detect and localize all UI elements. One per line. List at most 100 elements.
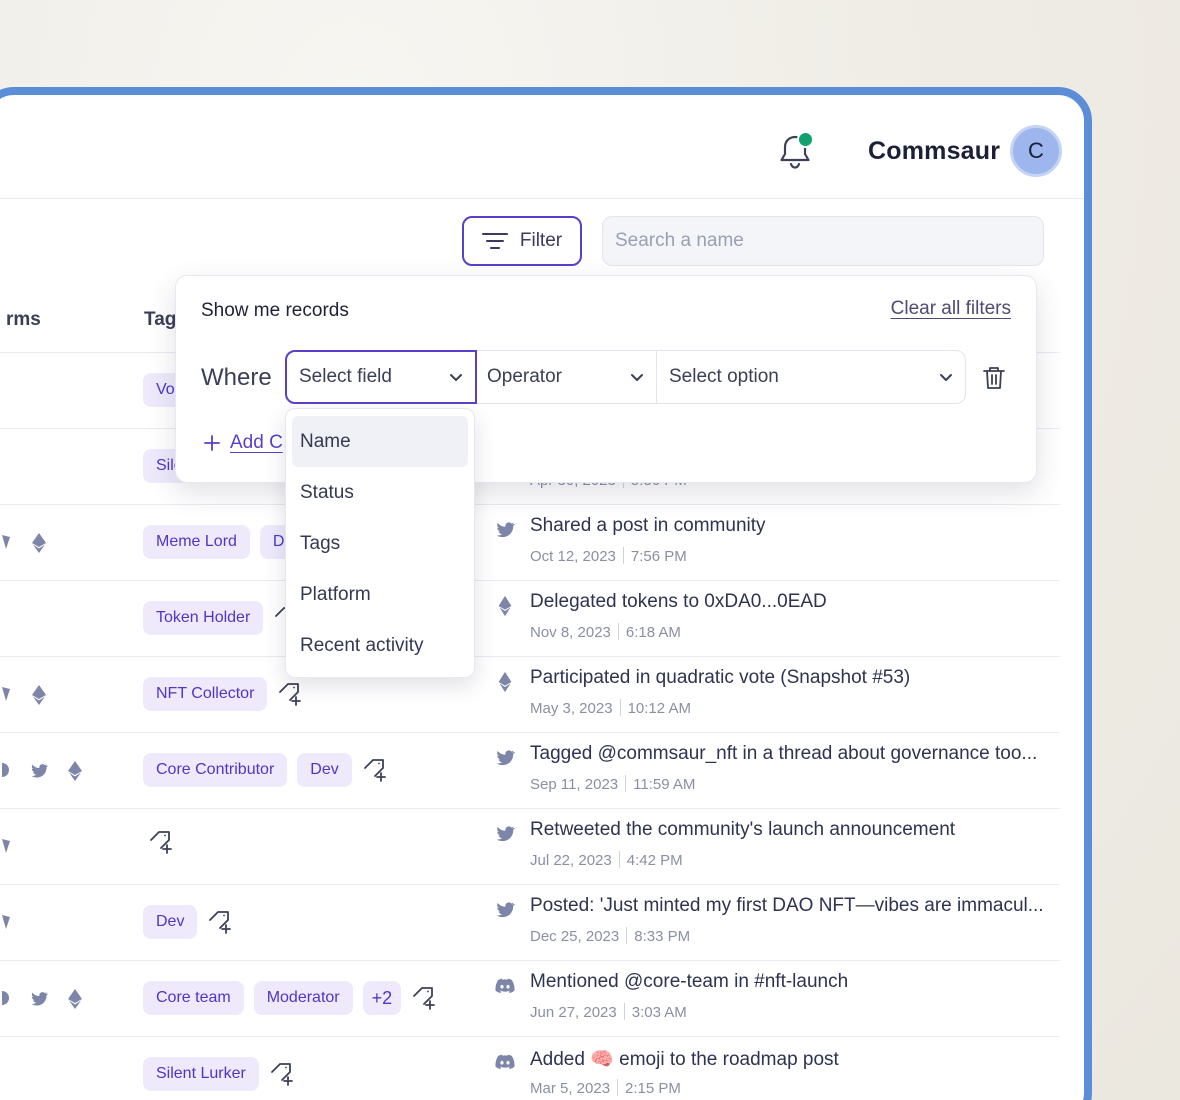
table-row[interactable]: NFT Collector Participated in quadratic …: [0, 657, 1060, 733]
search-input[interactable]: [602, 216, 1044, 266]
activity-date: Nov 8, 2023: [530, 624, 611, 641]
activity-date: Jul 22, 2023: [530, 852, 612, 869]
table-row[interactable]: Meme Lord Designer Shared a post in comm…: [0, 505, 1060, 581]
top-bar: Commsaur C: [0, 95, 1084, 199]
filter-button-label: Filter: [519, 230, 563, 251]
discord-icon: [495, 978, 515, 994]
activity-meta: Jun 27, 2023 3:03 AM: [530, 1003, 687, 1021]
tag-chip[interactable]: Silent Lurker: [143, 1057, 259, 1091]
activity-text: Retweeted the community's launch announc…: [530, 819, 956, 840]
menu-item-tags[interactable]: Tags: [292, 518, 468, 569]
operator-select-value: Operator: [487, 366, 562, 387]
clear-filters-link[interactable]: Clear all filters: [891, 298, 1011, 320]
tag-chip[interactable]: Meme Lord: [143, 525, 250, 559]
activity-time: 10:12 AM: [627, 700, 691, 717]
activity-time: 7:56 PM: [630, 548, 687, 565]
menu-item-name[interactable]: Name: [292, 416, 468, 467]
table-row[interactable]: Token Holder Delegated tokens to 0xDA0..…: [0, 581, 1060, 657]
activity-date: Mar 5, 2023: [530, 1080, 611, 1097]
twitter-icon: [2, 685, 10, 708]
ethereum-icon: [498, 671, 512, 693]
activity-date: May 3, 2023: [530, 700, 613, 717]
discord-icon: [0, 761, 10, 784]
tag-chip[interactable]: Core team: [143, 981, 244, 1015]
avatar[interactable]: C: [1010, 125, 1062, 177]
activity-text: Mentioned @core-team in #nft-launch: [530, 971, 849, 992]
tag-chip[interactable]: Core Contributor: [143, 753, 288, 787]
activity-text: Delegated tokens to 0xDA0...0EAD: [530, 591, 827, 612]
tag-chip[interactable]: Moderator: [253, 981, 353, 1015]
add-tag-icon[interactable]: [411, 985, 437, 1011]
chevron-down-icon: [450, 373, 462, 381]
operator-select[interactable]: Operator: [475, 350, 657, 404]
activity-meta: Nov 8, 2023 6:18 AM: [530, 623, 681, 641]
table-row[interactable]: Core Contributor Dev Tagged @commsaur_nf…: [0, 733, 1060, 809]
filter-button[interactable]: Filter: [462, 216, 582, 266]
discord-icon: [495, 1054, 515, 1070]
add-condition-link[interactable]: Add C: [204, 432, 284, 454]
trash-icon[interactable]: [982, 365, 1006, 391]
add-tag-icon[interactable]: [207, 909, 233, 935]
column-header-platforms[interactable]: rms: [6, 309, 41, 331]
notification-dot: [797, 131, 814, 148]
activity-meta: May 3, 2023 10:12 AM: [530, 699, 691, 717]
username[interactable]: Commsaur: [868, 137, 1000, 166]
activity-meta: Mar 5, 2023 2:15 PM: [530, 1079, 681, 1097]
activity-time: 2:15 PM: [625, 1080, 681, 1097]
ethereum-icon: [32, 533, 46, 558]
menu-item-status[interactable]: Status: [292, 467, 468, 518]
discord-icon: [0, 989, 10, 1012]
tag-chip[interactable]: NFT Collector: [143, 677, 268, 711]
twitter-icon: [2, 913, 10, 936]
twitter-icon: [496, 750, 516, 766]
add-tag-icon[interactable]: [148, 829, 174, 855]
add-condition-label: Add C: [230, 432, 283, 453]
activity-time: 8:33 PM: [634, 928, 691, 945]
filter-popover-title: Show me records: [201, 300, 349, 321]
twitter-icon: [496, 902, 516, 918]
ethereum-icon: [32, 685, 46, 710]
plus-icon: [204, 435, 220, 451]
field-dropdown-menu: Name Status Tags Platform Recent activit…: [285, 408, 475, 678]
tag-chip[interactable]: Token Holder: [143, 601, 264, 635]
option-select[interactable]: Select option: [656, 350, 966, 404]
activity-time: 11:59 AM: [633, 776, 696, 793]
activity-meta: Dec 25, 2023 8:33 PM: [530, 927, 690, 945]
activity-meta: Oct 12, 2023 7:56 PM: [530, 547, 687, 565]
activity-text: Posted: 'Just minted my first DAO NFT—vi…: [530, 895, 1044, 916]
add-tag-icon[interactable]: [269, 1061, 295, 1087]
menu-item-platform[interactable]: Platform: [292, 569, 468, 620]
twitter-icon: [496, 522, 516, 538]
table-row[interactable]: Retweeted the community's launch announc…: [0, 809, 1060, 885]
table-row[interactable]: Dev Posted: 'Just minted my first DAO NF…: [0, 885, 1060, 961]
filter-lines-icon: [481, 233, 508, 249]
app-window: Commsaur C Filter rms Tags Voter Silent …: [0, 87, 1092, 1100]
table-row[interactable]: Core team Moderator +2 Mentioned @core-t…: [0, 961, 1060, 1037]
tag-chip[interactable]: Dev: [297, 753, 352, 787]
field-select-value: Select field: [299, 366, 392, 387]
ethereum-icon: [68, 989, 82, 1014]
menu-item-recent-activity[interactable]: Recent activity: [292, 620, 468, 671]
activity-time: 6:18 AM: [625, 624, 681, 641]
activity-date: Sep 11, 2023: [530, 776, 619, 793]
table-row[interactable]: Silent Lurker Added 🧠 emoji to the roadm…: [0, 1037, 1060, 1100]
activity-text: Participated in quadratic vote (Snapshot…: [530, 667, 911, 688]
twitter-icon: [496, 826, 516, 842]
add-tag-icon[interactable]: [362, 757, 388, 783]
where-label: Where: [201, 364, 272, 391]
add-tag-icon[interactable]: [277, 681, 303, 707]
twitter-icon: [28, 761, 50, 786]
twitter-icon: [2, 533, 10, 556]
activity-text: Shared a post in community: [530, 515, 766, 536]
more-tags-badge[interactable]: +2: [362, 981, 402, 1015]
activity-text: Tagged @commsaur_nft in a thread about g…: [530, 743, 1038, 764]
chevron-down-icon: [631, 373, 643, 381]
twitter-icon: [2, 837, 10, 860]
field-select[interactable]: Select field: [285, 350, 477, 404]
ethereum-icon: [68, 761, 82, 786]
ethereum-icon: [498, 595, 512, 617]
activity-date: Oct 12, 2023: [530, 548, 616, 565]
tag-chip[interactable]: Dev: [143, 905, 198, 939]
chevron-down-icon: [940, 373, 952, 381]
activity-time: 4:42 PM: [626, 852, 683, 869]
